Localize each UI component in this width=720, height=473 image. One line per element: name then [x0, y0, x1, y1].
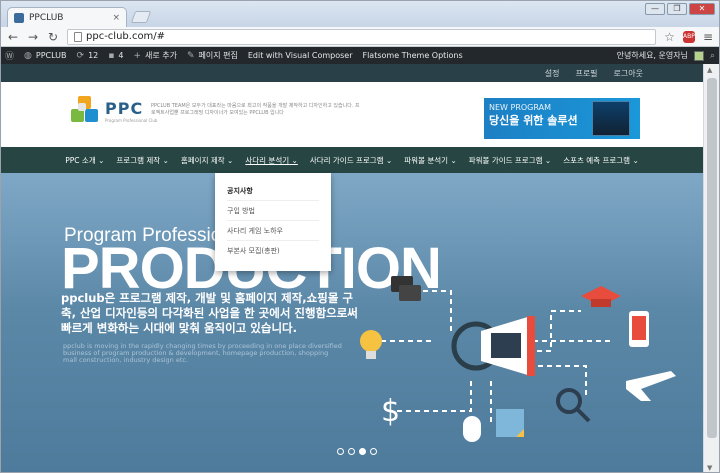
slider-dots [337, 448, 377, 455]
forward-arrow-icon[interactable]: → [27, 30, 39, 44]
airplane-icon [626, 371, 676, 401]
sticky-note-icon [496, 409, 524, 437]
logo-text: PPC [105, 99, 144, 118]
wordpress-logo-icon[interactable]: Ⓦ [5, 49, 14, 62]
dropdown-item-partner[interactable]: 부본사 모집(총판) [227, 241, 319, 261]
nav-item-ladder-analyzer[interactable]: 사다리 분석기 ⌄ [245, 155, 297, 166]
header-banner[interactable]: NEW PROGRAM 당신을 위한 솔루션 [484, 98, 640, 139]
scrollbar-thumb[interactable] [707, 78, 717, 438]
adblock-icon[interactable]: ABP [682, 30, 695, 43]
header-tagline: PPCLUB TEAM은 모두가 대표라는 마음으로 최고의 작품을 개발 제작… [151, 103, 360, 116]
back-arrow-icon[interactable]: ← [7, 30, 19, 44]
admin-greeting[interactable]: 안녕하세요, 운영자님 [617, 50, 688, 61]
wp-admin-bar: Ⓦ ◍ PPCLUB ⟳ 12 ▪ 4 + 새로 추가 ✎ 페이지 편집 Edit wit… [1, 47, 719, 64]
bookmark-star-icon[interactable]: ☆ [664, 30, 675, 44]
mouse-icon [463, 416, 481, 442]
tab-title: PPCLUB [29, 12, 64, 23]
dropdown-item-purchase[interactable]: 구입 방법 [227, 201, 319, 221]
site-logo[interactable]: PPC Program Professional Club [71, 96, 157, 126]
updates-icon: ⟳ [76, 50, 85, 61]
top-link-bar: 설정 프로필 로그아웃 [1, 64, 703, 82]
scroll-up-icon[interactable]: ▲ [707, 66, 712, 74]
hero-illustration: $ [360, 276, 676, 442]
admin-comments[interactable]: ▪ 4 [108, 51, 123, 61]
megaphone-icon [451, 316, 535, 376]
url-text: ppc-club.com/# [86, 31, 166, 42]
admin-edit-page[interactable]: ✎ 페이지 편집 [187, 50, 238, 61]
software-box-icon [592, 101, 630, 136]
new-tab-button[interactable] [130, 11, 152, 23]
speech-bubble-icon [391, 276, 421, 301]
admin-site-name[interactable]: ◍ PPCLUB [24, 51, 67, 61]
browser-window: PPCLUB × — ❐ ✕ ← → ↻ ppc-club.com/# ☆ AB… [0, 0, 720, 473]
nav-item-program[interactable]: 프로그램 제작 ⌄ [116, 155, 168, 166]
page-scrollbar[interactable]: ▲ ▼ [703, 64, 719, 472]
chrome-menu-icon[interactable]: ≡ [703, 30, 713, 44]
search-icon[interactable]: ⌕ [710, 51, 715, 61]
dropdown-item-knowhow[interactable]: 사다리 게임 노하우 [227, 221, 319, 241]
page-icon [74, 31, 82, 42]
hero-korean-text: ppclub은 프로그램 제작, 개발 및 홈페이지 제작,쇼핑몰 구축, 산업… [61, 291, 358, 335]
dashboard-icon: ◍ [24, 50, 32, 61]
admin-theme-options[interactable]: Flatsome Theme Options [362, 51, 462, 60]
url-field[interactable]: ppc-club.com/# [67, 28, 657, 45]
magnifier-icon [556, 388, 591, 423]
slider-dot[interactable] [348, 448, 355, 455]
avatar[interactable] [693, 50, 704, 61]
slider-dot-active[interactable] [359, 448, 366, 455]
profile-link[interactable]: 프로필 [575, 68, 597, 79]
graduation-cap-icon [581, 286, 621, 307]
close-window-button[interactable]: ✕ [689, 3, 715, 15]
logo-cubes-icon [71, 96, 99, 126]
main-nav: PPC 소개 ⌄ 프로그램 제작 ⌄ 홈페이지 제작 ⌄ 사다리 분석기 ⌄ 사… [1, 147, 703, 173]
maximize-button[interactable]: ❐ [667, 3, 687, 15]
nav-item-homepage[interactable]: 홈페이지 제작 ⌄ [181, 155, 233, 166]
logo-subtext: Program Professional Club [105, 118, 158, 123]
dropdown-item-notice[interactable]: 공지사항 [227, 181, 319, 201]
comment-icon: ▪ [108, 50, 115, 61]
slider-dot[interactable] [370, 448, 377, 455]
nav-item-sports[interactable]: 스포츠 예측 프로그램 ⌄ [563, 155, 639, 166]
address-bar-row: ← → ↻ ppc-club.com/# ☆ ABP ≡ [1, 27, 719, 47]
pencil-icon: ✎ [186, 50, 195, 61]
site-header: PPC Program Professional Club PPCLUB TEA… [1, 82, 703, 147]
smartphone-icon [629, 311, 649, 347]
browser-tab[interactable]: PPCLUB × [7, 7, 127, 27]
window-controls: — ❐ ✕ [645, 3, 715, 15]
slider-dot[interactable] [337, 448, 344, 455]
favicon-icon [14, 12, 24, 23]
admin-new[interactable]: + 새로 추가 [133, 50, 177, 61]
title-bar: PPCLUB × — ❐ ✕ [1, 1, 719, 27]
scroll-down-icon[interactable]: ▼ [707, 464, 712, 472]
hero-slider: Program Professional Club PRODUCTION ppc… [1, 173, 703, 472]
reload-icon[interactable]: ↻ [47, 30, 59, 44]
nav-item-about[interactable]: PPC 소개 ⌄ [65, 155, 104, 166]
nav-item-powerball-analyzer[interactable]: 파워볼 분석기 ⌄ [404, 155, 456, 166]
nav-dropdown-menu: 공지사항 구입 방법 사다리 게임 노하우 부본사 모집(총판) [215, 173, 331, 271]
logout-link[interactable]: 로그아웃 [614, 68, 643, 79]
plus-icon: + [133, 50, 141, 61]
nav-item-powerball-guide[interactable]: 파워볼 가이드 프로그램 ⌄ [469, 155, 551, 166]
minimize-button[interactable]: — [645, 3, 665, 15]
admin-updates[interactable]: ⟳ 12 [77, 51, 99, 61]
tab-close-icon[interactable]: × [112, 13, 120, 23]
dollar-icon: $ [381, 394, 400, 429]
nav-item-ladder-guide[interactable]: 사다리 가이드 프로그램 ⌄ [310, 155, 392, 166]
settings-link[interactable]: 설정 [545, 68, 560, 79]
hero-english-text: ppclub is moving in the rapidly changing… [63, 342, 342, 364]
lightbulb-icon [360, 330, 382, 359]
admin-visual-composer[interactable]: Edit with Visual Composer [248, 51, 353, 60]
